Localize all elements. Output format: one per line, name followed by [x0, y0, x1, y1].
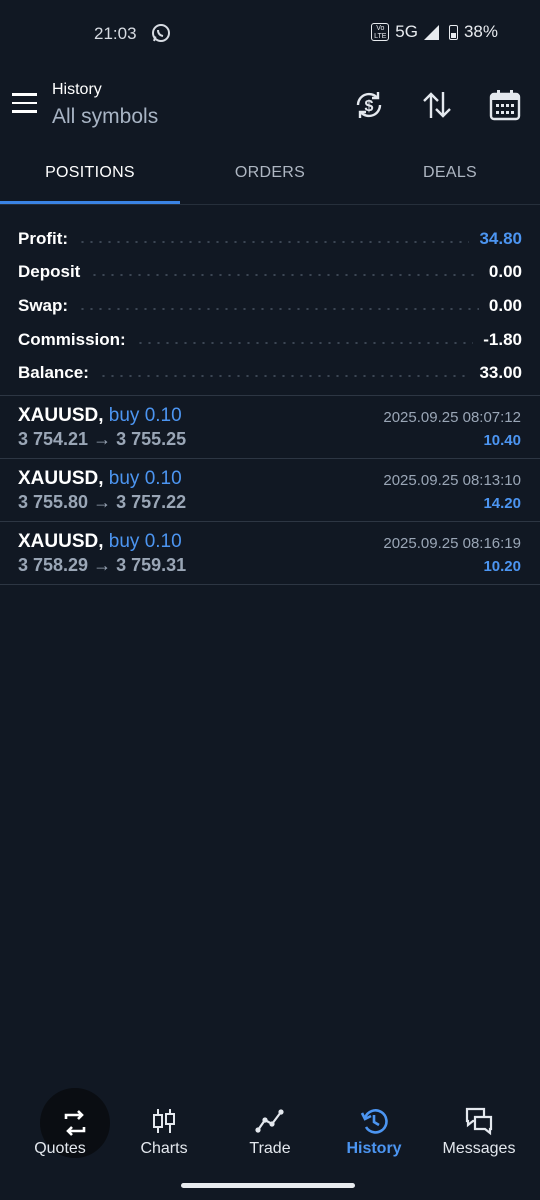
summary-label: Balance: — [18, 363, 89, 383]
sort-icon[interactable] — [420, 88, 454, 122]
summary-row-swap: Swap: 0.00 — [18, 289, 522, 323]
position-profit: 10.40 — [483, 432, 521, 449]
list-item[interactable]: XAUUSD, buy 0.10 3 755.80 → 3 757.22 202… — [0, 459, 540, 522]
trade-line-icon — [255, 1109, 284, 1133]
position-profit: 14.20 — [483, 495, 521, 512]
volte-icon: Vo LTE — [371, 23, 390, 41]
position-time: 2025.09.25 08:07:12 — [383, 409, 521, 426]
nav-trade[interactable]: Trade — [216, 1092, 324, 1158]
position-title: XAUUSD, buy 0.10 — [18, 405, 182, 426]
summary-row-balance: Balance: 33.00 — [18, 356, 522, 390]
tab-orders[interactable]: ORDERS — [180, 164, 360, 182]
candlestick-icon — [153, 1109, 175, 1133]
position-time: 2025.09.25 08:13:10 — [383, 472, 521, 489]
dotted-leader — [90, 274, 479, 277]
symbol-filter[interactable]: All symbols — [52, 105, 158, 129]
bottom-navigation: Quotes Charts Trade History Messages — [0, 1088, 540, 1172]
tab-positions[interactable]: POSITIONS — [0, 164, 180, 182]
list-item[interactable]: XAUUSD, buy 0.10 3 758.29 → 3 759.31 202… — [0, 522, 540, 585]
tab-deals[interactable]: DEALS — [360, 164, 540, 182]
summary-label: Swap: — [18, 295, 69, 315]
nav-label: Messages — [442, 1140, 516, 1157]
summary-value: -1.80 — [483, 329, 522, 349]
summary-row-profit: Profit: 34.80 — [18, 222, 522, 256]
nav-messages[interactable]: Messages — [425, 1092, 533, 1158]
status-indicators: Vo LTE 5G 38% — [371, 22, 498, 42]
active-tab-indicator — [0, 201, 180, 204]
summary-label: Profit: — [18, 228, 69, 248]
status-bar: 21:03 Vo LTE 5G 38% — [0, 0, 540, 68]
summary-value: 33.00 — [479, 363, 522, 383]
nav-label: Trade — [249, 1140, 291, 1157]
position-title: XAUUSD, buy 0.10 — [18, 531, 182, 552]
summary-value: 34.80 — [479, 228, 522, 248]
dotted-leader — [98, 375, 470, 378]
positions-list: XAUUSD, buy 0.10 3 754.21 → 3 755.25 202… — [0, 395, 540, 585]
dotted-leader — [78, 307, 479, 310]
summary-value: 0.00 — [488, 262, 522, 282]
nav-history[interactable]: History — [320, 1092, 428, 1158]
dotted-leader — [135, 341, 474, 344]
position-side: buy 0.10 — [108, 468, 182, 489]
quotes-icon — [45, 1106, 75, 1136]
position-title: XAUUSD, buy 0.10 — [18, 468, 182, 489]
position-time: 2025.09.25 08:16:19 — [383, 535, 521, 552]
nav-label: History — [346, 1140, 402, 1157]
position-profit: 10.20 — [483, 558, 521, 575]
battery-icon — [448, 24, 458, 40]
menu-icon[interactable] — [12, 93, 40, 115]
position-prices: 3 755.80 → 3 757.22 — [18, 492, 187, 512]
nav-quotes[interactable]: Quotes — [6, 1092, 114, 1158]
nav-charts[interactable]: Charts — [110, 1092, 218, 1158]
page-subtitle: History — [52, 81, 102, 98]
app-bar: History All symbols $ — [0, 68, 540, 144]
currency-exchange-icon[interactable]: $ — [352, 88, 386, 122]
dotted-leader — [78, 240, 470, 243]
position-prices: 3 758.29 → 3 759.31 — [18, 555, 187, 575]
summary-row-commission: Commission: -1.80 — [18, 323, 522, 357]
gesture-home-bar[interactable] — [181, 1183, 355, 1188]
history-tabs: POSITIONS ORDERS DEALS — [0, 144, 540, 205]
summary-row-deposit: Deposit 0.00 — [18, 256, 522, 290]
messages-icon — [465, 1107, 493, 1136]
network-type: 5G — [395, 22, 418, 41]
nav-label: Charts — [140, 1140, 188, 1157]
position-side: buy 0.10 — [108, 405, 182, 426]
list-item[interactable]: XAUUSD, buy 0.10 3 754.21 → 3 755.25 202… — [0, 396, 540, 459]
battery-level: 38% — [463, 22, 498, 41]
summary-label: Commission: — [18, 329, 126, 349]
calendar-icon[interactable] — [488, 88, 522, 122]
whatsapp-icon — [152, 24, 170, 42]
signal-icon — [423, 24, 439, 40]
summary-label: Deposit — [18, 262, 81, 282]
position-side: buy 0.10 — [108, 531, 182, 552]
summary-value: 0.00 — [488, 295, 522, 315]
nav-label: Quotes — [34, 1140, 86, 1157]
summary-panel: Profit: 34.80 Deposit 0.00 Swap: 0.00 Co… — [18, 222, 522, 390]
position-prices: 3 754.21 → 3 755.25 — [18, 429, 187, 449]
history-icon — [360, 1109, 388, 1134]
svg-text:$: $ — [365, 98, 374, 115]
status-time: 21:03 — [94, 24, 137, 43]
